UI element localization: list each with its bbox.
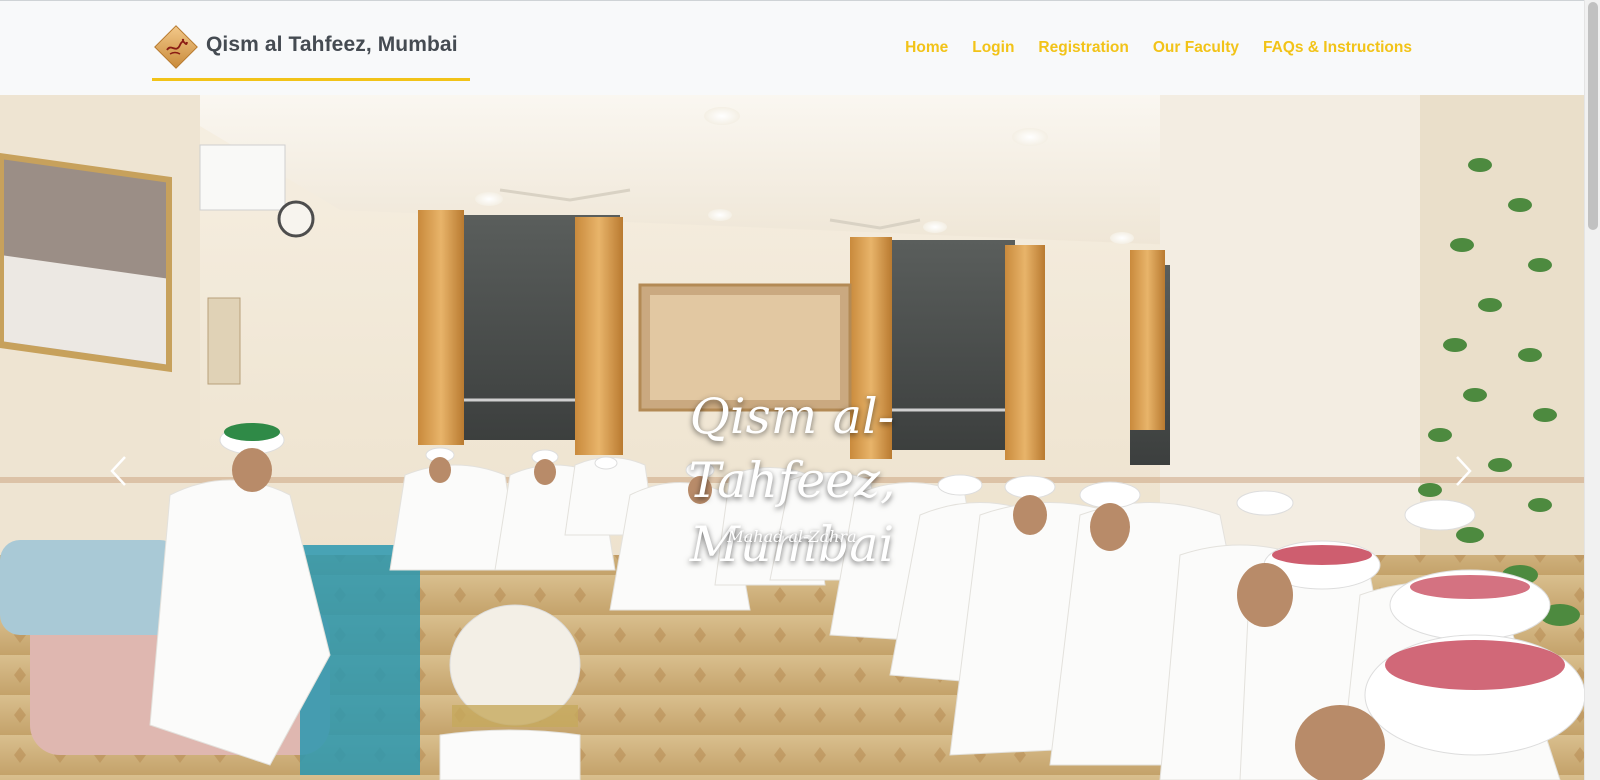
brand-title: Qism al Tahfeez, Mumbai: [206, 33, 458, 56]
main-nav: Home Login Registration Our Faculty FAQs…: [905, 39, 1412, 57]
chevron-left-icon: [108, 454, 128, 493]
nav-home[interactable]: Home: [905, 39, 948, 57]
carousel-prev-button[interactable]: [88, 443, 148, 503]
nav-our-faculty[interactable]: Our Faculty: [1153, 39, 1239, 57]
brand-home-link[interactable]: Qism al Tahfeez, Mumbai: [152, 21, 470, 81]
chevron-right-icon: [1454, 454, 1474, 493]
nav-registration[interactable]: Registration: [1038, 39, 1128, 57]
calligraphy-logo-icon: [152, 23, 200, 71]
navbar: Qism al Tahfeez, Mumbai Home Login Regis…: [0, 0, 1584, 95]
nav-faqs-instructions[interactable]: FAQs & Instructions: [1263, 39, 1412, 57]
scrollbar-thumb[interactable]: [1588, 2, 1598, 230]
hero-carousel: Qism al-Tahfeez, Mumbai Mahad al-Zahra: [0, 95, 1584, 780]
nav-login[interactable]: Login: [972, 39, 1014, 57]
page-scrollbar[interactable]: [1584, 0, 1600, 780]
carousel-next-button[interactable]: [1434, 443, 1494, 503]
hall-gathering-photo: [0, 95, 1584, 780]
